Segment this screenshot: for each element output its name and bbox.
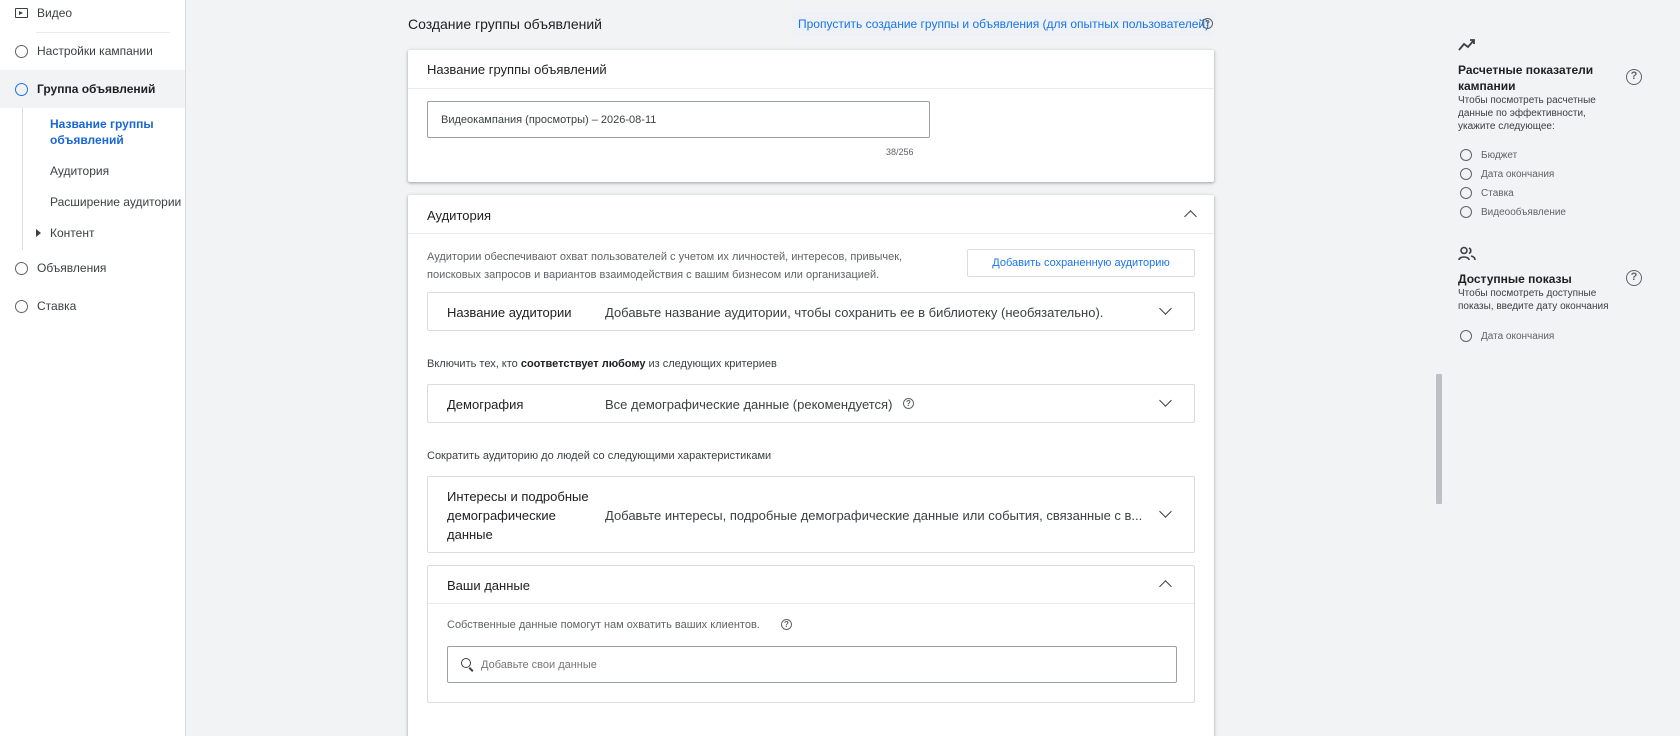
your-data-section: Ваши данные Собственные данные помогут н… (427, 565, 1195, 703)
include-criteria-text: Включить тех, кто соответствует любому и… (427, 358, 777, 370)
status-circle-icon (1460, 168, 1472, 180)
row-key: Название аудитории (447, 305, 572, 320)
people-icon (1458, 246, 1476, 261)
chevron-down-icon[interactable] (1159, 505, 1172, 518)
interests-row[interactable]: Интересы и подробные демографические дан… (427, 476, 1195, 553)
impressions-option-end-date: Дата окончания (1460, 330, 1554, 342)
ad-group-name-input[interactable] (427, 101, 930, 138)
sidebar-item-ad-group[interactable]: Группа объявлений (0, 70, 185, 108)
page-title: Создание группы объявлений (408, 16, 602, 32)
scrollbar[interactable] (1436, 374, 1442, 504)
option-label: Бюджет (1481, 149, 1518, 161)
sidebar-item-label: Видео (37, 6, 73, 20)
chevron-down-icon[interactable] (1159, 394, 1172, 407)
status-circle-icon (1460, 330, 1472, 342)
audience-description: Аудитории обеспечивают охват пользовател… (427, 251, 903, 281)
skip-creation-link[interactable]: Пропустить создание группы и объявления … (792, 12, 1216, 36)
row-value: Добавьте интересы, подробные демографиче… (605, 508, 1143, 523)
option-label: Дата окончания (1481, 330, 1555, 342)
your-data-search[interactable] (447, 646, 1177, 683)
sidebar-subitem-ad-group-name[interactable]: Название группы объявлений (50, 116, 160, 148)
option-label: Дата окончания (1481, 168, 1555, 180)
chevron-up-icon[interactable] (1159, 580, 1172, 593)
estimates-description: Чтобы посмотреть расчетные данные по эфф… (1458, 95, 1596, 132)
your-data-description: Собственные данные помогут нам охватить … (447, 619, 760, 631)
sidebar-subitem-audience-expansion[interactable]: Расширение аудитории (50, 194, 181, 210)
row-key: Интересы и подробные демографические дан… (447, 489, 589, 542)
status-circle-icon (1460, 187, 1472, 199)
help-icon[interactable]: ? (903, 398, 914, 409)
chevron-up-icon[interactable] (1184, 210, 1197, 223)
audience-name-row[interactable]: Название аудитории Добавьте название ауд… (427, 292, 1195, 331)
search-input[interactable] (481, 655, 1081, 675)
expand-triangle-icon[interactable] (36, 229, 41, 237)
sidebar-item-ads[interactable]: Объявления (0, 257, 185, 279)
sidebar-item-bid[interactable]: Ставка (0, 295, 185, 317)
row-value: Добавьте название аудитории, чтобы сохра… (605, 305, 1104, 320)
substep-line (22, 108, 23, 250)
impressions-description: Чтобы посмотреть доступные показы, введи… (1458, 288, 1609, 312)
card-title: Название группы объявлений (427, 62, 607, 77)
sidebar-subitem-audience[interactable]: Аудитория (50, 163, 109, 179)
option-label: Видеообъявление (1481, 206, 1566, 218)
sidebar-item-label: Настройки кампании (37, 44, 153, 58)
estimate-option-bid: Ставка (1460, 187, 1514, 199)
option-label: Ставка (1481, 187, 1514, 199)
sidebar-item-label: Объявления (37, 261, 107, 275)
estimate-option-video-ad: Видеообъявление (1460, 206, 1566, 218)
search-icon (461, 658, 471, 668)
card-header[interactable]: Аудитория (408, 195, 1214, 234)
row-value: Все демографические данные (рекомендуетс… (605, 397, 893, 412)
help-icon[interactable]: ? (1626, 69, 1642, 85)
ad-group-name-card: Название группы объявлений 38/256 (408, 50, 1214, 182)
add-saved-audience-button[interactable]: Добавить сохраненную аудиторию (967, 249, 1195, 277)
sidebar: Видео Настройки кампании Группа объявлен… (0, 0, 186, 736)
step-circle-icon (15, 44, 28, 58)
narrow-audience-text: Сократить аудиторию до людей со следующи… (427, 450, 772, 462)
include-prefix: Включить тех, кто (427, 358, 518, 370)
video-icon (15, 8, 28, 18)
sidebar-item-campaign-settings[interactable]: Настройки кампании (0, 40, 185, 62)
step-circle-icon (15, 82, 28, 96)
step-circle-icon (15, 299, 28, 313)
card-title: Аудитория (427, 208, 492, 223)
estimate-option-budget: Бюджет (1460, 149, 1517, 161)
row-key: Демография (447, 397, 524, 412)
estimate-option-end-date: Дата окончания (1460, 168, 1554, 180)
character-counter: 38/256 (886, 147, 914, 157)
section-title: Ваши данные (447, 578, 530, 593)
sidebar-item-label: Группа объявлений (37, 82, 156, 96)
impressions-title: Доступные показы (1458, 272, 1572, 286)
sidebar-subitem-content[interactable]: Контент (50, 225, 94, 241)
estimates-title: Расчетные показатели кампании (1458, 63, 1594, 93)
trending-up-icon (1458, 39, 1475, 51)
status-circle-icon (1460, 206, 1472, 218)
demographics-row[interactable]: Демография Все демографические данные (р… (427, 384, 1195, 423)
include-suffix: из следующих критериев (648, 358, 777, 370)
include-bold: соответствует любому (520, 358, 646, 370)
sidebar-item-video[interactable]: Видео (0, 3, 185, 23)
divider (36, 32, 170, 33)
section-header[interactable]: Ваши данные (428, 566, 1194, 604)
status-circle-icon (1460, 149, 1472, 161)
help-icon[interactable]: ? (781, 619, 792, 630)
sidebar-item-label: Ставка (37, 299, 77, 313)
help-icon[interactable]: ? (1626, 270, 1642, 286)
step-circle-icon (15, 261, 28, 275)
card-header: Название группы объявлений (408, 50, 1214, 89)
chevron-down-icon[interactable] (1159, 302, 1172, 315)
audience-card: Аудитория Аудитории обеспечивают охват п… (408, 195, 1214, 736)
help-icon[interactable]: ? (1202, 18, 1213, 29)
